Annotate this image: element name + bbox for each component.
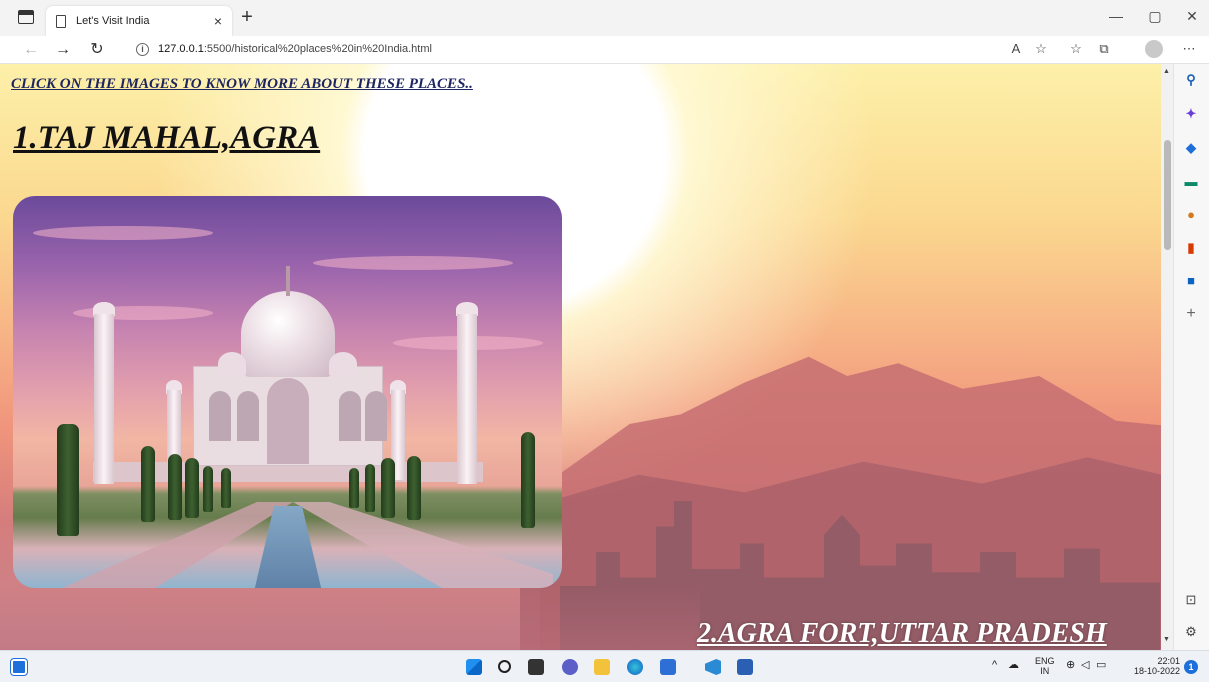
language-code: ENG [1035,656,1055,666]
tools-icon[interactable]: ▬ [1183,174,1199,190]
page-hint: CLICK ON THE IMAGES TO KNOW MORE ABOUT T… [11,76,473,92]
minaret [457,314,477,484]
file-explorer-icon[interactable] [594,659,610,675]
task-view-icon[interactable] [528,659,544,675]
heading-taj-mahal: 1.TAJ MAHAL,AGRA [13,120,321,156]
cypress-tree [407,456,421,520]
refresh-icon[interactable]: ↻ [84,39,110,61]
forward-icon[interactable]: → [50,39,76,61]
vscode-icon[interactable] [705,659,721,675]
edge-icon[interactable] [627,659,643,675]
add-icon[interactable]: + [1183,306,1199,322]
start-icon[interactable] [466,659,482,675]
cypress-tree [521,432,535,528]
cypress-tree [185,458,199,518]
back-icon[interactable]: ← [18,39,44,61]
arch [339,391,361,441]
scroll-down-icon[interactable]: ▼ [1163,636,1170,643]
cypress-tree [381,458,395,518]
cypress-tree [349,468,359,508]
battery-icon[interactable]: ▭ [1096,660,1106,671]
collections-icon[interactable]: ⧉ [1093,41,1115,57]
scroll-up-icon[interactable]: ▲ [1163,68,1170,75]
arch [237,391,259,441]
clock-date: 18-10-2022 [1133,666,1180,676]
language-indicator[interactable]: ENG IN [1035,656,1055,676]
outlook-icon[interactable]: ■ [1183,273,1199,289]
restore-button[interactable]: ▢ [1140,8,1170,25]
cloud [313,256,513,270]
minimize-button[interactable]: — [1101,8,1131,24]
store-icon[interactable] [660,659,676,675]
copilot-icon[interactable]: ✦ [1183,106,1199,122]
chat-icon[interactable] [562,659,578,675]
read-aloud-icon[interactable]: A [1005,41,1027,56]
shopping-tag-icon[interactable]: ◆ [1183,140,1199,156]
clock-time: 22:01 [1157,656,1180,666]
side-dome [329,352,357,376]
tab-lets-visit-india[interactable]: Let's Visit India × [46,6,232,36]
taj-mahal-image[interactable] [13,196,562,588]
profile-icon[interactable] [1145,40,1163,58]
browser-titlebar: Let's Visit India × + — ▢ ✕ [0,0,1209,36]
cypress-tree [57,424,79,536]
cloud [33,226,213,240]
network-icon[interactable]: ⊕ [1066,660,1075,671]
page-icon [56,14,66,28]
cypress-tree [203,466,213,512]
tab-actions-icon[interactable] [18,10,34,24]
hide-sidebar-icon[interactable]: ⊡ [1183,592,1199,608]
main-arch [267,378,309,464]
info-icon[interactable]: i [136,43,149,56]
widgets-icon[interactable] [10,658,28,676]
onedrive-icon[interactable]: ☁ [1008,660,1019,671]
tray-overflow-icon[interactable]: ^ [992,660,997,671]
side-dome [218,352,246,376]
minaret [94,314,114,484]
favorites-icon[interactable]: ☆ [1065,41,1087,57]
windows-taskbar: ^ ☁ ENG IN ⊕ ◁ ▭ 22:01 18-10-2022 1 [0,650,1209,682]
word-icon[interactable] [737,659,753,675]
region-code: IN [1040,666,1050,676]
garden-path [293,502,553,588]
search-icon[interactable] [498,660,511,673]
scrollbar-thumb[interactable] [1164,140,1171,250]
clock[interactable]: 22:01 18-10-2022 [1128,656,1180,676]
tab-title: Let's Visit India [76,15,150,27]
dome-finial [286,266,290,296]
arch [365,391,387,441]
page-viewport: CLICK ON THE IMAGES TO KNOW MORE ABOUT T… [0,64,1161,650]
close-window-button[interactable]: ✕ [1177,8,1207,25]
office-icon[interactable]: ▮ [1183,240,1199,256]
more-icon[interactable]: ⋯ [1178,41,1200,57]
new-tab-button[interactable]: + [236,6,258,28]
url-path: :5500/historical%20places%20in%20India.h… [203,43,432,55]
settings-icon[interactable]: ⚙ [1183,624,1199,640]
tab-close-button[interactable]: × [214,13,222,29]
games-icon[interactable]: ● [1183,207,1199,223]
main-dome [241,291,335,377]
volume-icon[interactable]: ◁ [1081,660,1089,671]
heading-agra-fort: 2.AGRA FORT,UTTAR PRADESH [697,618,1107,649]
favorite-add-icon[interactable]: ☆ [1030,41,1052,57]
search-icon[interactable]: ⚲ [1183,72,1199,88]
arch [209,391,231,441]
address-bar[interactable]: 127.0.0.1:5500/historical%20places%20in%… [158,43,432,55]
notification-badge[interactable]: 1 [1184,660,1198,674]
cypress-tree [141,446,155,522]
navigation-bar: ← → ↻ i 127.0.0.1:5500/historical%20plac… [0,36,1209,64]
cypress-tree [365,464,375,512]
cypress-tree [168,454,182,520]
background-haze [0,584,700,650]
cypress-tree [221,468,231,508]
url-host: 127.0.0.1 [158,43,204,55]
